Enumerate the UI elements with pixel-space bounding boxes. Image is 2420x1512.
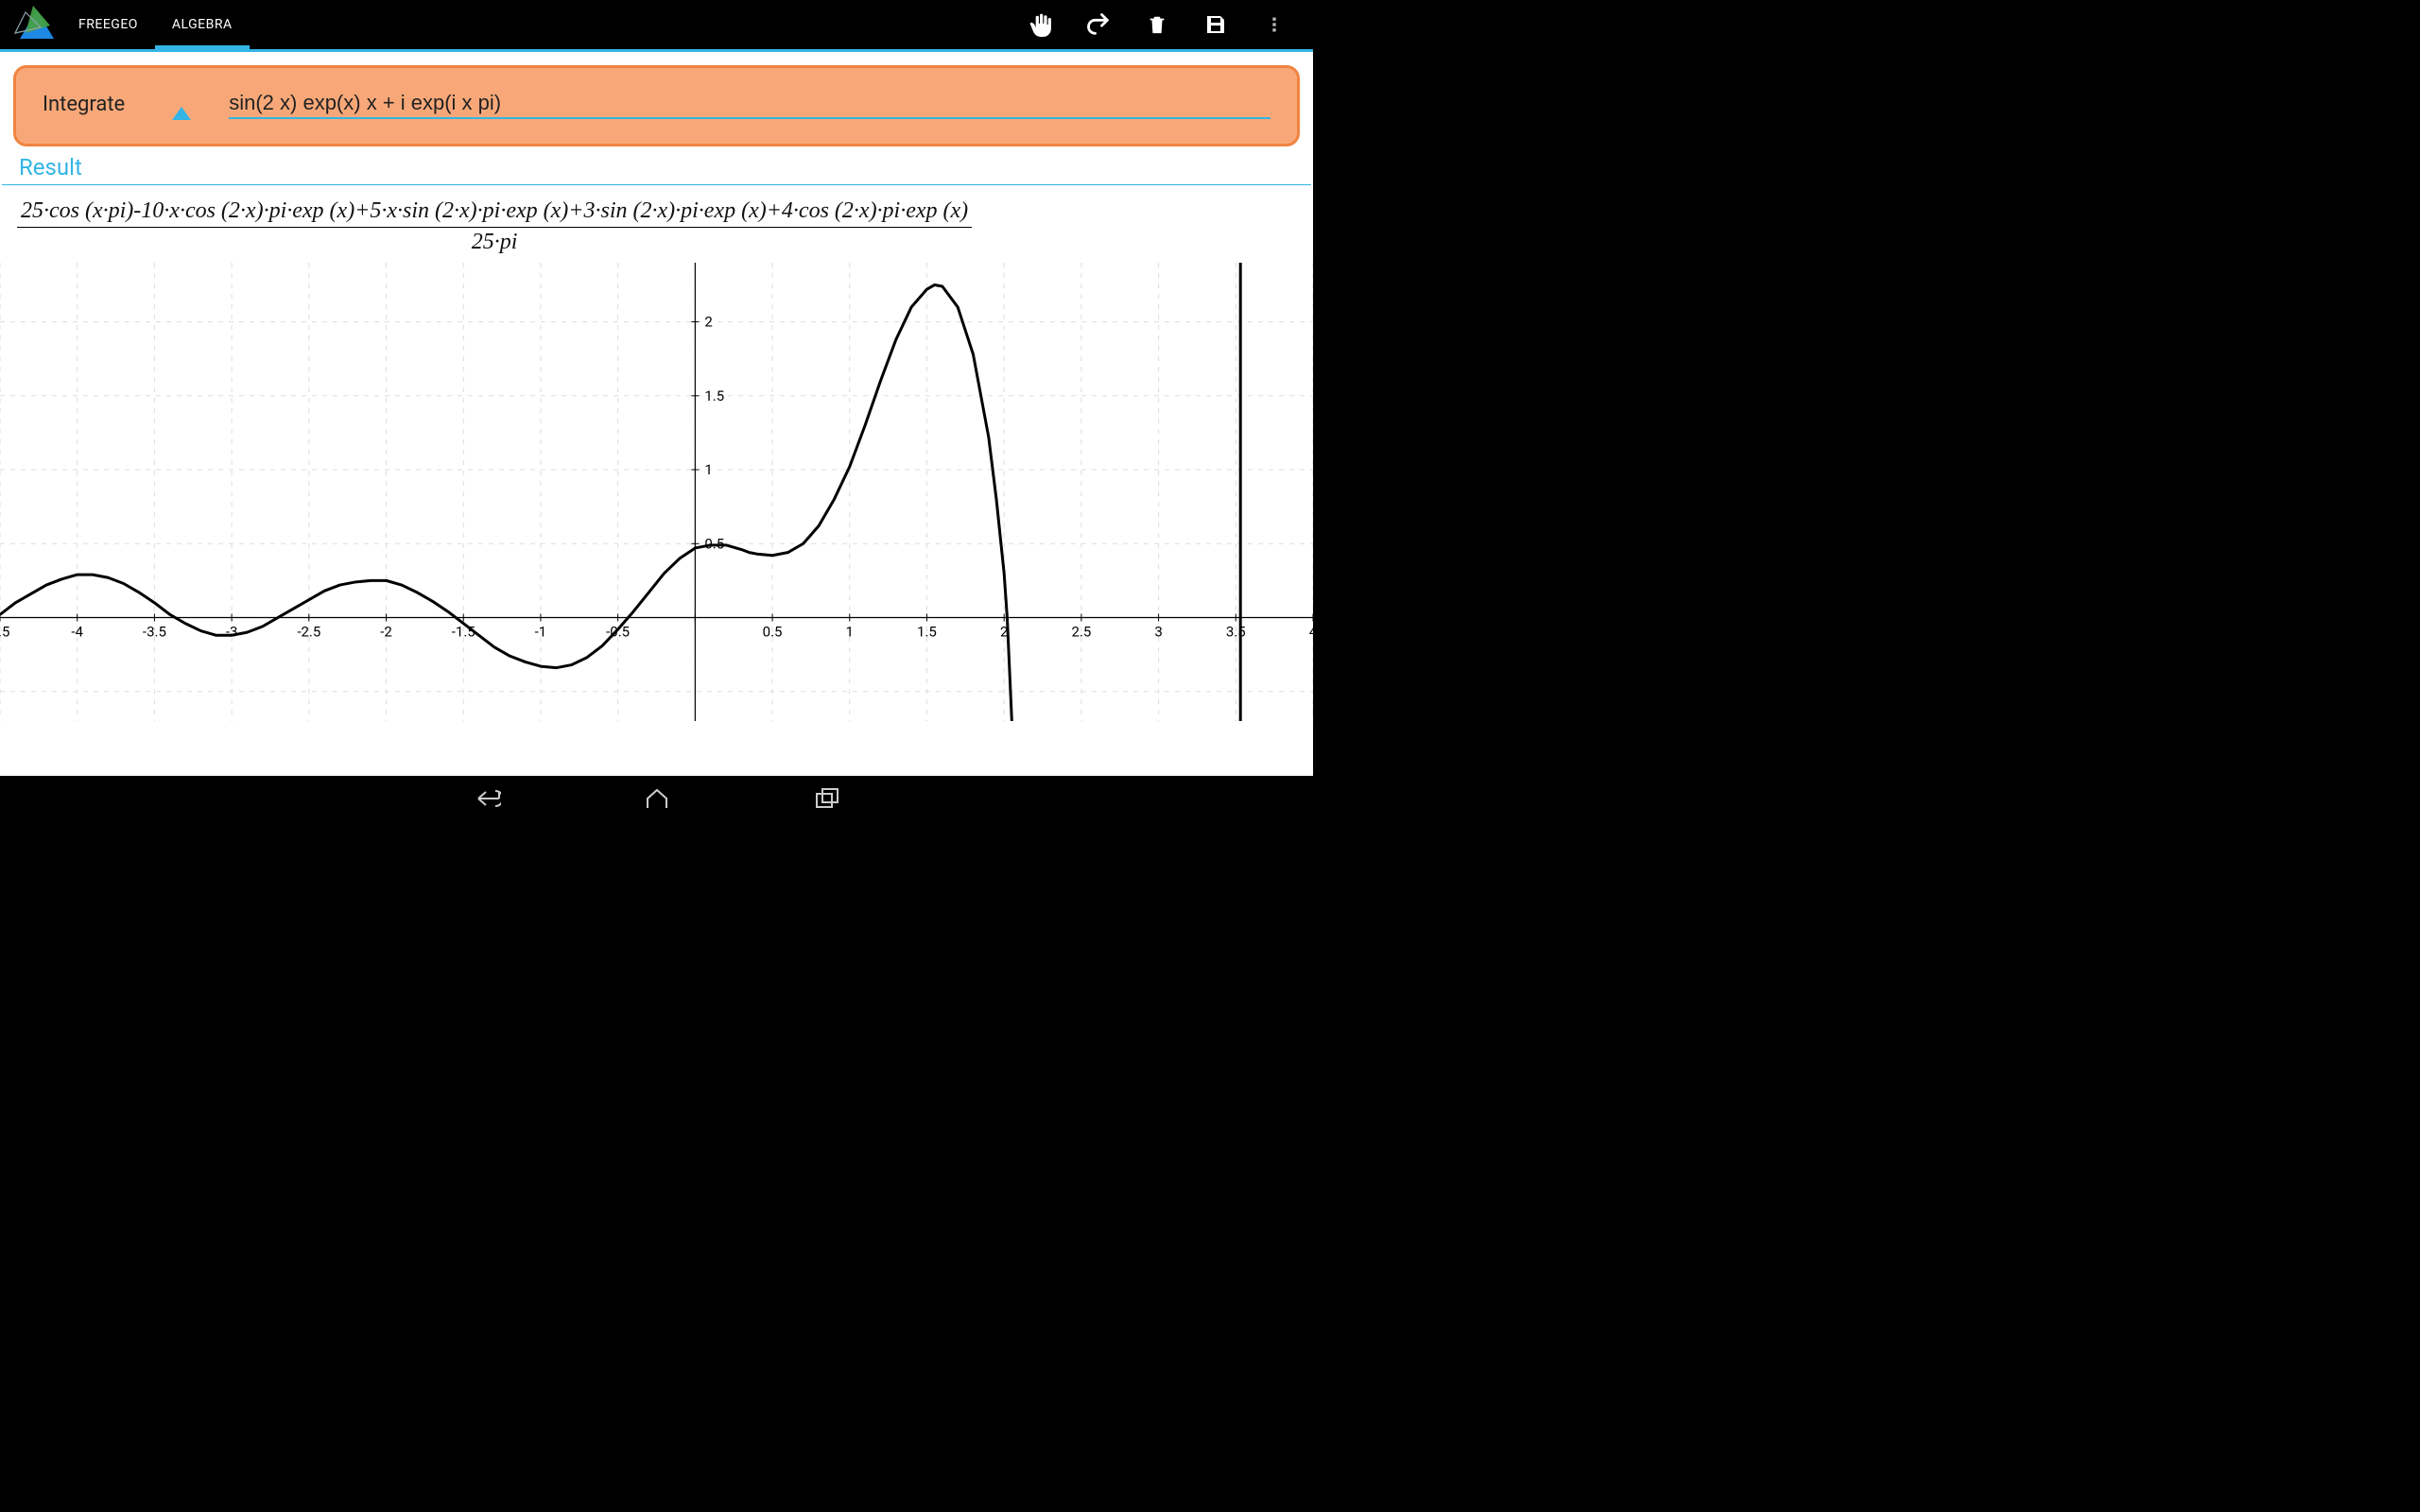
- function-plot[interactable]: 4.5-4-3.5-3-2.5-2-1.5-1-0.50.511.522.533…: [0, 263, 1313, 721]
- svg-text:1: 1: [846, 623, 854, 640]
- overflow-menu-icon[interactable]: [1245, 0, 1304, 49]
- back-icon[interactable]: [468, 780, 506, 817]
- operation-label[interactable]: Integrate: [43, 93, 125, 116]
- recent-apps-icon[interactable]: [808, 780, 846, 817]
- svg-text:-2: -2: [380, 623, 392, 640]
- svg-text:-4: -4: [71, 623, 83, 640]
- svg-text:1.5: 1.5: [704, 387, 724, 404]
- result-formula: 25·cos (x·pi)-10·x·cos (2·x)·pi·exp (x)+…: [0, 185, 1313, 263]
- svg-text:-2.5: -2.5: [297, 623, 320, 640]
- svg-text:3.5: 3.5: [1226, 623, 1246, 640]
- home-icon[interactable]: [638, 780, 676, 817]
- main-content: Integrate Result 25·cos (x·pi)-10·x·cos …: [0, 49, 1313, 776]
- svg-text:2.5: 2.5: [1071, 623, 1091, 640]
- svg-text:1: 1: [704, 461, 712, 478]
- algebra-input-card: Integrate: [13, 65, 1300, 146]
- svg-text:-1.5: -1.5: [452, 623, 475, 640]
- android-nav-bar: [0, 776, 1313, 821]
- expression-input[interactable]: [229, 89, 1270, 119]
- tab-freegeo[interactable]: FREEGEO: [61, 0, 155, 49]
- svg-text:0.5: 0.5: [704, 535, 724, 552]
- save-icon[interactable]: [1186, 0, 1245, 49]
- result-heading: Result: [2, 146, 1311, 185]
- svg-text:2: 2: [704, 314, 712, 331]
- svg-text:-1: -1: [535, 623, 547, 640]
- svg-text:0.5: 0.5: [763, 623, 783, 640]
- app-logo[interactable]: [9, 4, 61, 46]
- hand-pan-icon[interactable]: [1011, 0, 1069, 49]
- app-header: FREEGEO ALGEBRA: [0, 0, 1313, 49]
- svg-text:4.5: 4.5: [0, 623, 9, 640]
- svg-text:-3.5: -3.5: [143, 623, 166, 640]
- formula-denominator: 25·pi: [17, 228, 972, 255]
- svg-text:1.5: 1.5: [917, 623, 937, 640]
- svg-text:-3: -3: [226, 623, 238, 640]
- svg-text:4: 4: [1309, 623, 1313, 640]
- formula-numerator: 25·cos (x·pi)-10·x·cos (2·x)·pi·exp (x)+…: [17, 198, 972, 228]
- undo-icon[interactable]: [1069, 0, 1128, 49]
- svg-text:3: 3: [1154, 623, 1162, 640]
- trash-icon[interactable]: [1128, 0, 1186, 49]
- tab-algebra[interactable]: ALGEBRA: [155, 0, 250, 49]
- text-cursor-handle[interactable]: [172, 107, 191, 120]
